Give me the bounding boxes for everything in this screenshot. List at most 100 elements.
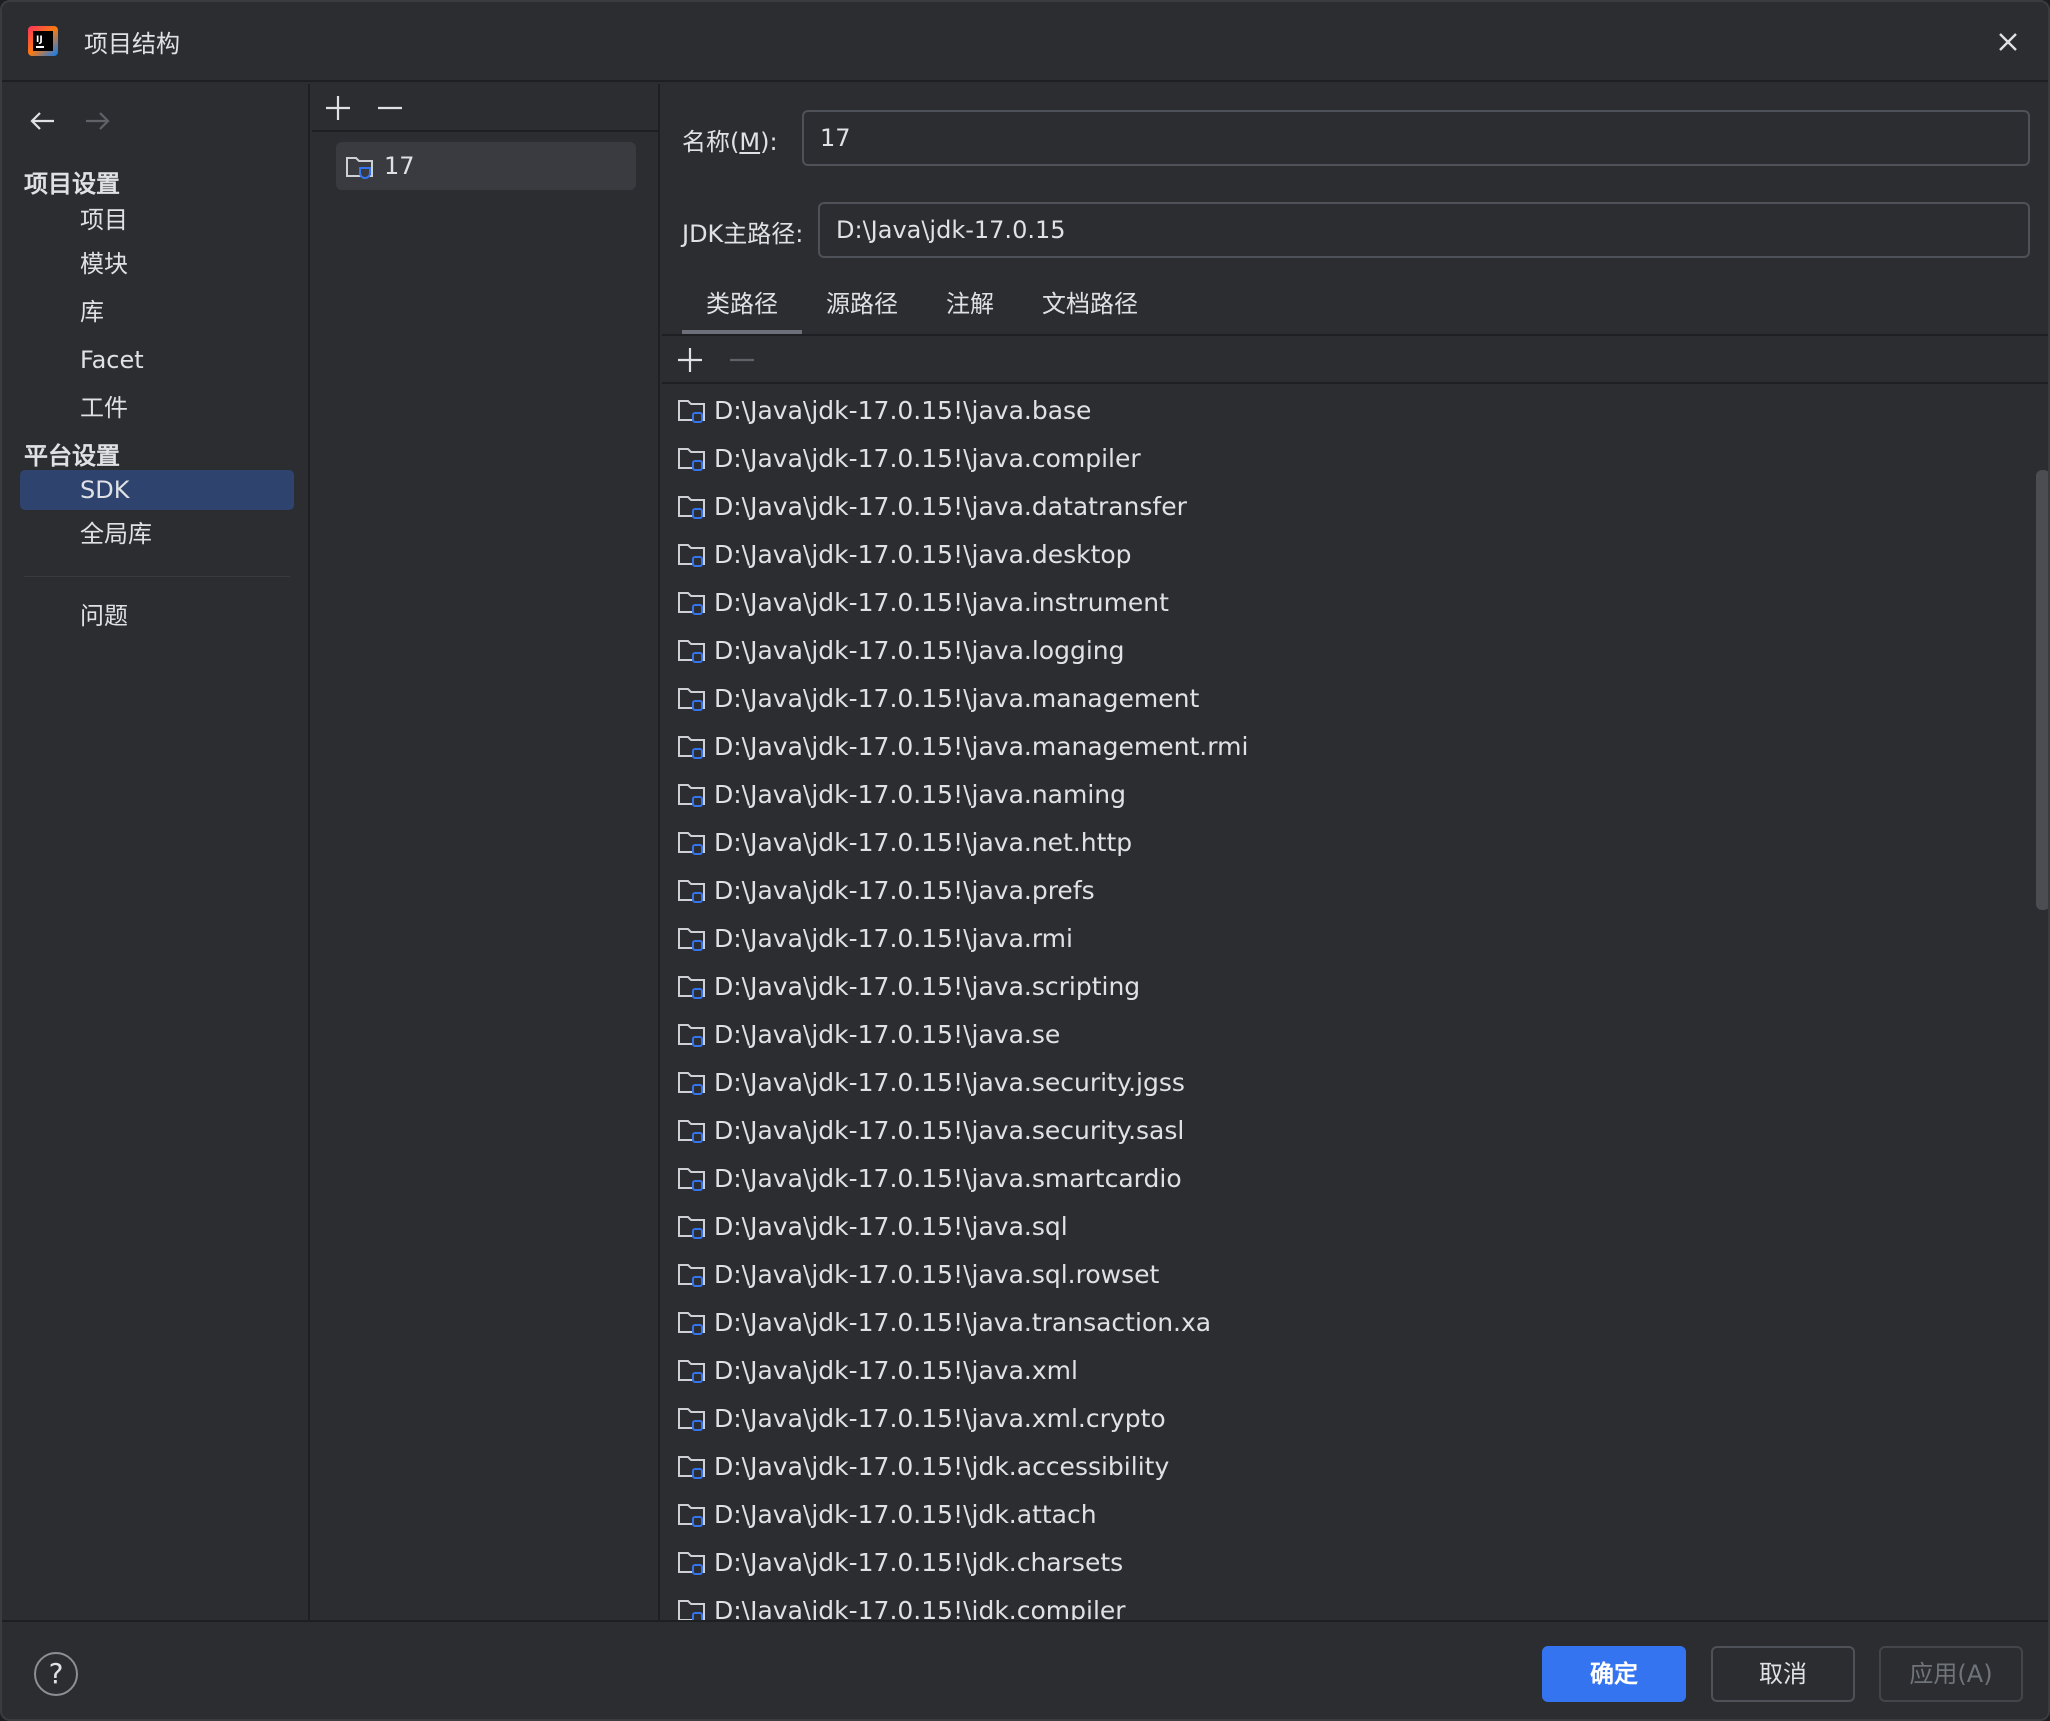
classpath-scrollbar[interactable]: [2036, 470, 2048, 910]
classpath-row[interactable]: D:\Java\jdk-17.0.15!\java.compiler: [662, 434, 2028, 482]
classpath-row[interactable]: D:\Java\jdk-17.0.15!\java.xml.crypto: [662, 1394, 2028, 1442]
library-folder-icon: [678, 736, 705, 759]
library-folder-icon: [678, 784, 705, 807]
classpath-row[interactable]: D:\Java\jdk-17.0.15!\jdk.compiler: [662, 1586, 2028, 1620]
classpath-row-label: D:\Java\jdk-17.0.15!\java.transaction.xa: [714, 1307, 1212, 1337]
nav-item-facets[interactable]: Facet: [20, 340, 294, 380]
add-icon[interactable]: [320, 90, 356, 126]
project-settings-header: 项目设置: [24, 170, 120, 198]
classpath-row[interactable]: D:\Java\jdk-17.0.15!\java.management: [662, 674, 2028, 722]
classpath-row[interactable]: D:\Java\jdk-17.0.15!\java.sql.rowset: [662, 1250, 2028, 1298]
remove-icon[interactable]: [372, 90, 408, 126]
library-folder-icon: [678, 1216, 705, 1239]
name-label: 名称(M):: [682, 122, 778, 157]
classpath-row[interactable]: D:\Java\jdk-17.0.15!\java.se: [662, 1010, 2028, 1058]
library-folder-icon: [678, 1360, 705, 1383]
title-bar: IJ 项目结构: [2, 2, 2048, 82]
classpath-row[interactable]: D:\Java\jdk-17.0.15!\java.naming: [662, 770, 2028, 818]
app-logo-icon: IJ: [28, 26, 58, 56]
classpath-row[interactable]: D:\Java\jdk-17.0.15!\java.base: [662, 386, 2028, 434]
classpath-row[interactable]: D:\Java\jdk-17.0.15!\jdk.charsets: [662, 1538, 2028, 1586]
classpath-row-label: D:\Java\jdk-17.0.15!\java.se: [714, 1019, 1061, 1049]
classpath-row[interactable]: D:\Java\jdk-17.0.15!\java.desktop: [662, 530, 2028, 578]
classpath-row-label: D:\Java\jdk-17.0.15!\java.rmi: [714, 923, 1073, 953]
library-folder-icon: [678, 544, 705, 567]
classpath-row[interactable]: D:\Java\jdk-17.0.15!\java.management.rmi: [662, 722, 2028, 770]
classpath-row-label: D:\Java\jdk-17.0.15!\java.sql: [714, 1211, 1068, 1241]
help-button[interactable]: ?: [34, 1652, 78, 1696]
classpath-row-label: D:\Java\jdk-17.0.15!\java.management: [714, 683, 1200, 713]
jdk-home-label: JDK主路径:: [682, 220, 804, 248]
library-folder-icon: [678, 1456, 705, 1479]
classpath-row-label: D:\Java\jdk-17.0.15!\jdk.attach: [714, 1499, 1097, 1529]
classpath-row[interactable]: D:\Java\jdk-17.0.15!\java.scripting: [662, 962, 2028, 1010]
nav-item-artifacts[interactable]: 工件: [20, 388, 294, 428]
close-icon[interactable]: [1988, 22, 2028, 62]
library-folder-icon: [678, 1312, 705, 1335]
library-folder-icon: [678, 496, 705, 519]
classpath-row-label: D:\Java\jdk-17.0.15!\java.naming: [714, 779, 1127, 809]
name-field[interactable]: [802, 110, 2030, 166]
classpath-row[interactable]: D:\Java\jdk-17.0.15!\jdk.accessibility: [662, 1442, 2028, 1490]
classpath-row-label: D:\Java\jdk-17.0.15!\java.logging: [714, 635, 1125, 665]
classpath-row[interactable]: D:\Java\jdk-17.0.15!\java.xml: [662, 1346, 2028, 1394]
library-folder-icon: [678, 880, 705, 903]
tab-annotations[interactable]: 注解: [922, 278, 1018, 334]
sdk-entry-17[interactable]: 17: [336, 142, 636, 190]
tab-sourcepath[interactable]: 源路径: [802, 278, 922, 334]
classpath-row[interactable]: D:\Java\jdk-17.0.15!\java.instrument: [662, 578, 2028, 626]
classpath-row-label: D:\Java\jdk-17.0.15!\java.compiler: [714, 443, 1141, 473]
classpath-row[interactable]: D:\Java\jdk-17.0.15!\java.logging: [662, 626, 2028, 674]
cancel-button[interactable]: 取消: [1711, 1646, 1855, 1702]
classpath-row[interactable]: D:\Java\jdk-17.0.15!\java.transaction.xa: [662, 1298, 2028, 1346]
library-folder-icon: [678, 976, 705, 999]
classpath-row-label: D:\Java\jdk-17.0.15!\java.security.sasl: [714, 1115, 1185, 1145]
nav-item-modules[interactable]: 模块: [20, 244, 294, 284]
classpath-row[interactable]: D:\Java\jdk-17.0.15!\java.net.http: [662, 818, 2028, 866]
platform-settings-header: 平台设置: [24, 442, 120, 470]
classpath-row[interactable]: D:\Java\jdk-17.0.15!\java.prefs: [662, 866, 2028, 914]
classpath-row-label: D:\Java\jdk-17.0.15!\java.security.jgss: [714, 1067, 1185, 1097]
library-folder-icon: [678, 688, 705, 711]
arrow-right-icon[interactable]: [80, 104, 114, 138]
classpath-row-label: D:\Java\jdk-17.0.15!\jdk.charsets: [714, 1547, 1124, 1577]
classpath-row-label: D:\Java\jdk-17.0.15!\java.xml: [714, 1355, 1078, 1385]
classpath-row[interactable]: D:\Java\jdk-17.0.15!\java.smartcardio: [662, 1154, 2028, 1202]
nav-divider: [24, 576, 290, 577]
nav-item-sdk[interactable]: SDK: [20, 470, 294, 510]
add-path-icon[interactable]: [672, 342, 708, 378]
ok-button[interactable]: 确定: [1542, 1646, 1686, 1702]
apply-button[interactable]: 应用(A): [1879, 1646, 2023, 1702]
name-label-prefix: 名称(: [682, 128, 740, 156]
classpath-row[interactable]: D:\Java\jdk-17.0.15!\java.security.jgss: [662, 1058, 2028, 1106]
remove-path-icon[interactable]: [724, 342, 760, 378]
library-folder-icon: [678, 400, 705, 423]
classpath-row[interactable]: D:\Java\jdk-17.0.15!\java.datatransfer: [662, 482, 2028, 530]
tab-documentation-paths[interactable]: 文档路径: [1018, 278, 1162, 334]
library-folder-icon: [678, 1168, 705, 1191]
classpath-row[interactable]: D:\Java\jdk-17.0.15!\java.sql: [662, 1202, 2028, 1250]
path-tabs: 类路径 源路径 注解 文档路径: [682, 278, 1162, 334]
sdk-list-panel: 17: [312, 84, 660, 1620]
classpath-row[interactable]: D:\Java\jdk-17.0.15!\jdk.attach: [662, 1490, 2028, 1538]
nav-item-libraries[interactable]: 库: [20, 292, 294, 332]
library-folder-icon: [678, 640, 705, 663]
sdk-list-toolbar: [312, 84, 658, 132]
nav-item-project[interactable]: 项目: [20, 200, 294, 240]
classpath-row-label: D:\Java\jdk-17.0.15!\java.datatransfer: [714, 491, 1187, 521]
svg-text:IJ: IJ: [36, 35, 43, 45]
classpath-row[interactable]: D:\Java\jdk-17.0.15!\java.security.sasl: [662, 1106, 2028, 1154]
sdk-detail-panel: 名称(M): JDK主路径: 类路径 源路径 注解 文档路径 D:\Java\j…: [662, 84, 2048, 1620]
library-folder-icon: [678, 1504, 705, 1527]
sdk-entry-label: 17: [384, 152, 415, 180]
classpath-row-label: D:\Java\jdk-17.0.15!\java.sql.rowset: [714, 1259, 1160, 1289]
project-structure-dialog: IJ 项目结构 项目设置 项目 模块 库 Facet 工件 平台设置 SDK 全…: [0, 0, 2050, 1721]
jdk-home-field[interactable]: [818, 202, 2030, 258]
arrow-left-icon[interactable]: [26, 104, 60, 138]
tab-classpath[interactable]: 类路径: [682, 278, 802, 334]
library-folder-icon: [678, 592, 705, 615]
classpath-row[interactable]: D:\Java\jdk-17.0.15!\java.rmi: [662, 914, 2028, 962]
library-folder-icon: [678, 1072, 705, 1095]
nav-item-global-libraries[interactable]: 全局库: [20, 514, 294, 554]
nav-item-problems[interactable]: 问题: [20, 596, 294, 636]
